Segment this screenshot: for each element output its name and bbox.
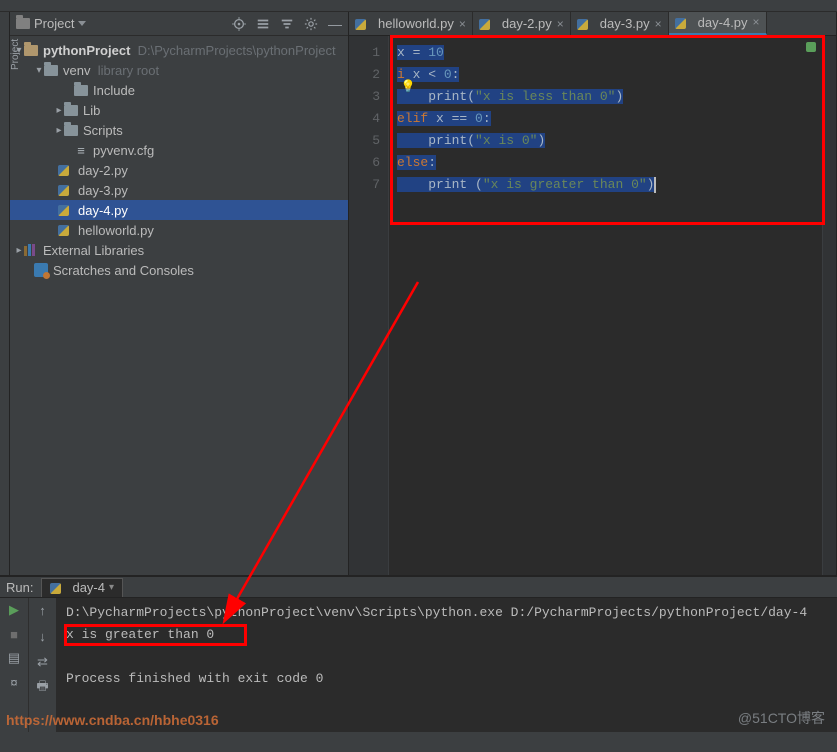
code-content[interactable]: x = 10 i💡 x < 0: print("x is less than 0…: [389, 36, 822, 575]
project-panel: Project — pythonProject D:\PycharmProjec…: [10, 12, 349, 575]
close-icon[interactable]: ×: [655, 17, 662, 31]
console-exit: Process finished with exit code 0: [66, 668, 827, 690]
tab-day3[interactable]: day-3.py ×: [571, 12, 669, 35]
tree-venv[interactable]: venv library root: [10, 60, 348, 80]
hide-panel-icon[interactable]: —: [328, 19, 342, 29]
close-icon[interactable]: ×: [753, 15, 760, 29]
project-title: Project: [34, 16, 74, 31]
run-tool-window: Run: day-4 ▾ ▶ ■ ▤ ¤ ↑ ↓ ⇄ 🖶 D:\PycharmP…: [0, 576, 837, 732]
console-command: D:\PycharmProjects\pythonProject\venv\Sc…: [66, 602, 827, 624]
tree-file-day4[interactable]: day-4.py: [10, 200, 348, 220]
project-dropdown-arrow[interactable]: [78, 21, 86, 26]
python-file-icon: [58, 203, 73, 218]
project-panel-header: Project —: [10, 12, 348, 36]
line-gutter: 123 4567: [349, 36, 389, 575]
tab-day2[interactable]: day-2.py ×: [473, 12, 571, 35]
print-icon[interactable]: 🖶: [35, 680, 51, 696]
down-icon[interactable]: ↓: [35, 628, 51, 644]
tab-helloworld[interactable]: helloworld.py ×: [349, 12, 473, 35]
run-header: Run: day-4 ▾: [0, 576, 837, 598]
tab-day4[interactable]: day-4.py ×: [669, 12, 767, 35]
python-file-icon: [479, 17, 492, 30]
library-icon: [24, 244, 38, 256]
project-rail-label: Project: [10, 39, 21, 70]
close-icon[interactable]: ×: [459, 17, 466, 31]
tree-file-day2[interactable]: day-2.py: [10, 160, 348, 180]
close-icon[interactable]: ×: [557, 17, 564, 31]
status-bar: [0, 732, 837, 752]
cfg-file-icon: ≡: [74, 143, 88, 157]
project-tool-rail[interactable]: Project: [0, 12, 10, 575]
folder-icon: [64, 105, 78, 116]
run-label: Run:: [6, 580, 33, 595]
collapse-all-icon[interactable]: [280, 17, 294, 31]
pin-icon[interactable]: ¤: [6, 674, 22, 690]
tree-scripts[interactable]: Scripts: [10, 120, 348, 140]
tree-pyvenv-cfg[interactable]: ≡ pyvenv.cfg: [10, 140, 348, 160]
project-tree[interactable]: pythonProject D:\PycharmProjects\pythonP…: [10, 36, 348, 575]
python-file-icon: [577, 17, 590, 30]
python-file-icon: [355, 17, 368, 30]
soft-wrap-icon[interactable]: ⇄: [35, 654, 51, 670]
stop-icon[interactable]: ■: [6, 626, 22, 642]
python-file-icon: [58, 163, 73, 178]
watermark-url: https://www.cndba.cn/hbhe0316: [6, 712, 219, 728]
chevron-down-icon[interactable]: ▾: [109, 582, 114, 593]
layout-icon[interactable]: ▤: [6, 650, 22, 666]
tree-include[interactable]: Include: [10, 80, 348, 100]
code-editor[interactable]: 123 4567 x = 10 i💡 x < 0: print("x is le…: [349, 36, 836, 575]
python-file-icon: [58, 223, 73, 238]
menu-bar: [0, 0, 837, 12]
console-line-output: x is greater than 0: [66, 624, 827, 646]
folder-icon: [44, 65, 58, 76]
locate-icon[interactable]: [232, 17, 246, 31]
tree-scratches[interactable]: Scratches and Consoles: [10, 260, 348, 280]
editor-area: helloworld.py × day-2.py × day-3.py × da…: [349, 12, 837, 575]
python-file-icon: [50, 581, 63, 594]
watermark-credit: @51CTO博客: [738, 708, 825, 728]
tree-label: pythonProject: [43, 43, 130, 58]
tree-root-project[interactable]: pythonProject D:\PycharmProjects\pythonP…: [10, 40, 348, 60]
folder-icon: [64, 125, 78, 136]
main-area: Project Project — pythonProject D:\Pycha…: [0, 12, 837, 575]
tree-file-helloworld[interactable]: helloworld.py: [10, 220, 348, 240]
tree-lib[interactable]: Lib: [10, 100, 348, 120]
up-icon[interactable]: ↑: [35, 602, 51, 618]
rerun-icon[interactable]: ▶: [6, 602, 22, 618]
expand-all-icon[interactable]: [256, 17, 270, 31]
tree-file-day3[interactable]: day-3.py: [10, 180, 348, 200]
editor-tabs: helloworld.py × day-2.py × day-3.py × da…: [349, 12, 836, 36]
folder-icon: [24, 45, 38, 56]
run-tab[interactable]: day-4 ▾: [41, 578, 123, 597]
scratches-icon: [34, 263, 48, 277]
python-file-icon: [675, 16, 688, 29]
settings-icon[interactable]: [304, 17, 318, 31]
tree-external-libraries[interactable]: External Libraries: [10, 240, 348, 260]
project-icon: [16, 18, 30, 29]
python-file-icon: [58, 183, 73, 198]
folder-icon: [74, 85, 88, 96]
annotation-red-box-code: [390, 35, 825, 225]
